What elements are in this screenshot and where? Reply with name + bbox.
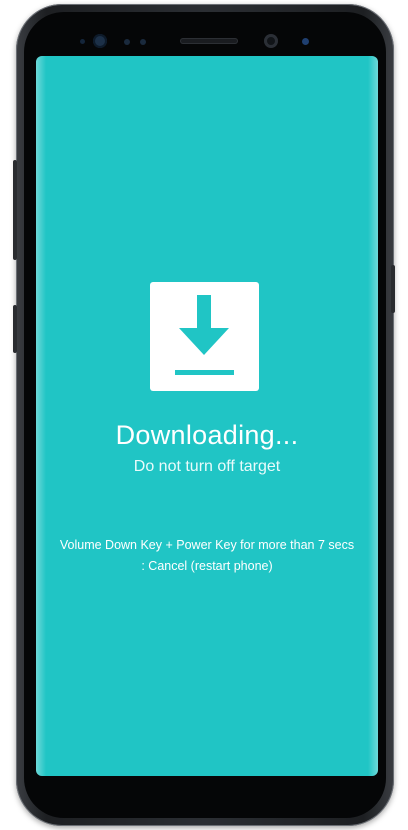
download-icon <box>150 282 259 391</box>
iris-led-icon <box>302 38 309 45</box>
download-mode-screen: Downloading... Do not turn off target Vo… <box>36 56 378 776</box>
bixby-button <box>13 160 17 260</box>
front-camera-icon <box>264 34 278 48</box>
cancel-instruction-line2: : Cancel (restart phone) <box>141 559 273 573</box>
downloading-title: Downloading... <box>115 420 299 450</box>
earpiece-speaker <box>180 38 238 44</box>
sensor-dot-icon <box>140 39 146 45</box>
volume-button <box>13 305 17 353</box>
sensor-dot-icon <box>124 39 130 45</box>
iris-scanner-icon <box>93 34 107 48</box>
power-button <box>391 265 395 313</box>
sensor-dot-icon <box>80 39 85 44</box>
do-not-turn-off-subtitle: Do not turn off target <box>133 458 281 475</box>
cancel-instruction-line1: Volume Down Key + Power Key for more tha… <box>59 538 355 552</box>
